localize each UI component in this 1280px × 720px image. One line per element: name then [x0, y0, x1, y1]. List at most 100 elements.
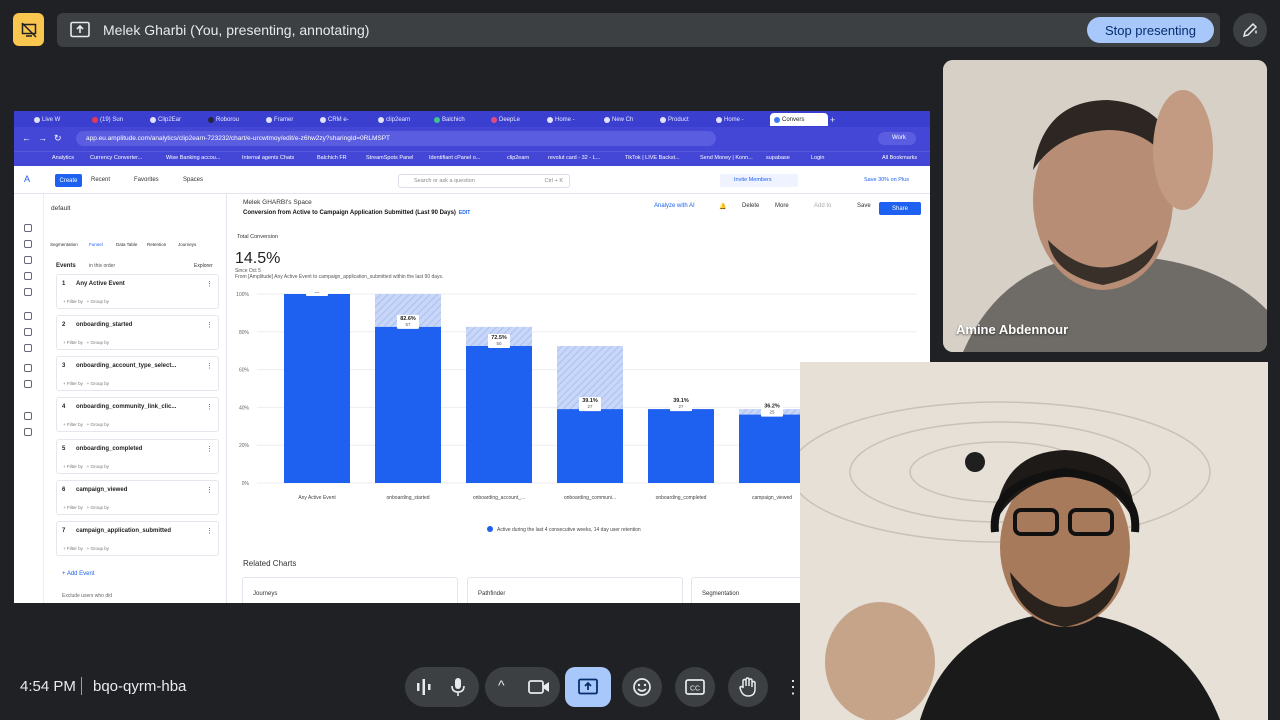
tab-data-table[interactable]: Data Table	[116, 242, 137, 247]
exclude-users-link[interactable]: Exclude users who did	[62, 593, 112, 599]
microphone-icon[interactable]	[450, 677, 466, 702]
edit-tag[interactable]: EDIT	[459, 210, 470, 216]
related-card-pathfinder[interactable]: Pathfinder	[467, 577, 683, 603]
browser-tab[interactable]: Product	[660, 113, 715, 126]
event-step[interactable]: 5 onboarding_completed + Filter by + Group…	[56, 439, 219, 474]
event-step[interactable]: 6 campaign_viewed + Filter by + Group by ⋮	[56, 480, 219, 515]
chart-icon[interactable]	[24, 240, 32, 248]
event-step[interactable]: 2 onboarding_started + Filter by + Group b…	[56, 315, 219, 350]
bookmark[interactable]: supabase	[766, 155, 790, 161]
bookmark[interactable]: Internal agents Chats	[242, 155, 294, 161]
people-icon[interactable]	[24, 272, 32, 280]
metric-select[interactable]: Total Conversion	[237, 234, 278, 240]
bookmark[interactable]: Balchich FR	[317, 155, 347, 161]
captions-button[interactable]: CC	[675, 667, 715, 707]
browser-tab-active[interactable]: Convers	[770, 113, 828, 126]
browser-tab[interactable]: CRM e-	[320, 113, 375, 126]
bookmark[interactable]: StreamSpots Panel	[366, 155, 413, 161]
analyze-with-ai-button[interactable]: Analyze with AI	[654, 203, 695, 209]
tab-funnel[interactable]: Funnel	[89, 242, 103, 247]
browser-tab[interactable]: Framer	[266, 113, 321, 126]
bookmark[interactable]: Wise Banking accou...	[166, 155, 220, 161]
bookmark[interactable]: revolut card - 32 - L...	[548, 155, 600, 161]
participant-tile[interactable]: Amine Abdennour	[943, 60, 1267, 352]
audio-levels-icon[interactable]	[416, 678, 432, 701]
bookmark[interactable]: clip2earn	[507, 155, 529, 161]
all-bookmarks[interactable]: All Bookmarks	[882, 155, 917, 161]
browser-tab[interactable]: Home -	[716, 113, 771, 126]
browser-tab[interactable]: clip2earn	[378, 113, 433, 126]
new-tab-button[interactable]: +	[830, 113, 840, 126]
browser-tab[interactable]: (19) Sun	[92, 113, 147, 126]
nav-spaces[interactable]: Spaces	[183, 177, 203, 183]
bookmark[interactable]: Login	[811, 155, 824, 161]
tab-segmentation[interactable]: Segmentation	[50, 242, 78, 247]
bookmark[interactable]: Identifiant cPanel o...	[429, 155, 480, 161]
forward-icon[interactable]: →	[38, 133, 47, 143]
tab-retention[interactable]: Retention	[147, 242, 166, 247]
nav-favorites[interactable]: Favorites	[134, 177, 159, 183]
order-select[interactable]: in this order	[89, 263, 115, 269]
reload-icon[interactable]: ↻	[54, 133, 62, 144]
explorer-button[interactable]: Explorer	[194, 263, 213, 269]
raise-hand-button[interactable]	[728, 667, 768, 707]
browser-tab[interactable]: Clip2Ear	[150, 113, 205, 126]
cohort-icon[interactable]	[24, 288, 32, 296]
back-icon[interactable]: ←	[22, 133, 31, 143]
settings-icon[interactable]	[24, 380, 32, 388]
self-video	[800, 362, 1268, 720]
invite-members-button[interactable]: Invite Members	[720, 174, 798, 187]
event-step[interactable]: 4 onboarding_community_link_clic... + Filt…	[56, 397, 219, 432]
more-button[interactable]: More	[775, 203, 789, 209]
breadcrumb[interactable]: Melek GHARBI's Space	[243, 199, 312, 206]
nav-recent[interactable]: Recent	[91, 177, 110, 183]
stop-presenting-button[interactable]: Stop presenting	[1087, 17, 1214, 43]
related-card-journeys[interactable]: Journeys	[242, 577, 458, 603]
bell-icon[interactable]: 🔔	[719, 203, 726, 210]
share-button[interactable]: Share	[879, 202, 921, 215]
self-video-tile[interactable]	[800, 362, 1268, 720]
data-icon[interactable]	[24, 364, 32, 372]
dashboard-icon[interactable]	[24, 256, 32, 264]
save-button[interactable]: Save	[857, 203, 871, 209]
users-icon[interactable]	[24, 344, 32, 352]
bookmark[interactable]: TikTok | LIVE Backst...	[625, 155, 680, 161]
browser-tab[interactable]: Home -	[547, 113, 602, 126]
upgrade-link[interactable]: Save 30% on Plus	[864, 177, 909, 183]
chart-title[interactable]: Conversion from Active to Campaign Appli…	[243, 210, 470, 216]
url-field[interactable]: app.eu.amplitude.com/analytics/clip2earn…	[76, 131, 716, 146]
bookmark[interactable]: Send Money | Konn...	[700, 155, 753, 161]
project-select[interactable]: default	[51, 205, 71, 212]
notebook-icon[interactable]	[24, 312, 32, 320]
event-step[interactable]: 3 onboarding_account_type_select... + Filt…	[56, 356, 219, 391]
camera-icon[interactable]	[528, 678, 550, 701]
amplitude-logo-icon[interactable]: A	[24, 174, 30, 184]
add-event-button[interactable]: + Add Event	[62, 571, 95, 577]
profile-button[interactable]: Work	[878, 132, 916, 145]
event-step[interactable]: 7 campaign_application_submitted + Filter …	[56, 521, 219, 556]
search-input[interactable]: Search or ask a question Ctrl + K	[398, 174, 570, 188]
event-step[interactable]: 1 Any Active Event + Filter by + Group by ⋮	[56, 274, 219, 309]
home-icon[interactable]	[24, 224, 32, 232]
add-to-button[interactable]: Add to	[814, 203, 831, 209]
browser-tab[interactable]: Live W	[34, 113, 89, 126]
help-icon[interactable]	[24, 428, 32, 436]
experiment-icon[interactable]	[24, 328, 32, 336]
browser-tab[interactable]: New Ch	[604, 113, 659, 126]
annotate-button[interactable]	[1233, 13, 1267, 47]
bookmark[interactable]: Analytics	[52, 155, 74, 161]
browser-tab[interactable]: DeepLe	[491, 113, 546, 126]
present-screen-button[interactable]	[565, 667, 611, 707]
database-icon[interactable]	[24, 412, 32, 420]
meeting-code[interactable]: bqo-qyrm-hba	[93, 678, 186, 695]
presentation-status-icon[interactable]	[13, 13, 44, 46]
browser-tab[interactable]: Balchich	[434, 113, 489, 126]
emoji-button[interactable]	[622, 667, 662, 707]
bookmark[interactable]: Currency Converter...	[90, 155, 142, 161]
tab-journeys[interactable]: Journeys	[178, 242, 196, 247]
browser-tab[interactable]: Roborou	[208, 113, 263, 126]
delete-button[interactable]: Delete	[742, 203, 759, 209]
create-button[interactable]: Create	[55, 174, 82, 187]
chevron-up-icon[interactable]: ^	[498, 677, 505, 693]
more-options-button[interactable]: ⋮	[781, 667, 805, 707]
